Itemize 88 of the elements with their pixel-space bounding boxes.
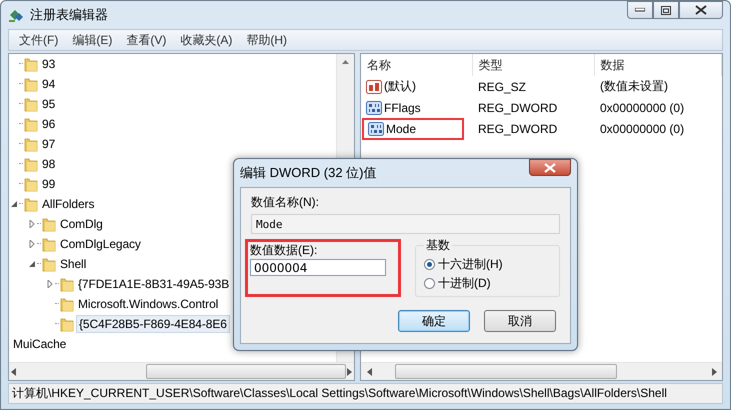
dialog-button[interactable]: 确定 [398,310,470,332]
folder-icon [24,76,38,92]
tree-item[interactable]: MuiCache [11,336,68,352]
folder-icon [42,256,56,272]
column-header[interactable]: 名称 [361,54,472,76]
tree-item[interactable]: 93 [40,56,58,72]
binary-value-icon [368,121,384,137]
tree-item[interactable]: {5C4F28B5-F869-4E84-8E6 [76,315,230,333]
value-data: 0x00000000 (0) [600,122,684,136]
value-type: REG_DWORD [478,122,558,136]
scroll-right-icon[interactable] [712,368,716,376]
value-type: REG_SZ [478,80,526,94]
dialog-title: 编辑 DWORD (32 位)值 [240,164,376,182]
value-name: FFlags [384,100,421,114]
scroll-left-icon[interactable] [366,368,372,376]
tree-item[interactable]: ComDlg [58,216,105,232]
scroll-up-icon[interactable] [342,60,349,64]
collapse-arrow-icon[interactable] [28,260,36,268]
menu-item[interactable]: 文件(F) [13,32,64,48]
column-header[interactable]: 数据 [594,54,722,76]
folder-icon [24,196,38,212]
horizontal-scrollbar[interactable] [361,362,722,380]
tree-item[interactable]: 99 [40,176,58,192]
tree-item[interactable]: ComDlgLegacy [58,236,143,252]
scroll-left-icon[interactable] [10,368,16,376]
scrollbar-thumb[interactable] [395,364,617,379]
tree-item[interactable]: 97 [40,136,58,152]
expand-arrow-icon[interactable] [28,240,36,248]
menu-item[interactable]: 编辑(E) [66,32,118,48]
expand-arrow-icon[interactable] [46,280,54,288]
tree-item[interactable]: 98 [40,156,58,172]
folder-icon [42,236,56,252]
menu-item[interactable]: 查看(V) [120,32,172,48]
tree-item[interactable]: AllFolders [40,196,96,212]
tree-item[interactable]: 95 [40,96,58,112]
value-name: Mode [386,122,416,136]
folder-icon [24,56,38,72]
name-field: Mode [251,214,560,234]
value-name: (默认) [384,78,416,95]
maximize-icon [661,6,671,14]
close-icon [695,5,707,15]
group-label: 基数 [424,237,452,254]
value-data: 0x00000000 (0) [600,100,684,114]
folder-icon [24,96,38,112]
maximize-button[interactable] [653,1,679,19]
folder-icon [60,296,74,312]
collapse-arrow-icon[interactable] [10,200,18,208]
folder-icon [60,276,74,292]
minimize-button[interactable] [627,1,653,19]
field-label: 数值数据(E): [250,242,318,259]
highlighted-name-cell[interactable]: Mode [362,118,464,140]
name-cell[interactable]: FFlags [362,98,472,116]
value-data: (数值未设置) [600,79,668,93]
folder-icon [24,116,38,132]
value-data-field[interactable]: 0000004 [250,259,386,276]
string-value-icon [366,78,382,94]
column-header[interactable]: 类型 [472,54,594,76]
tree-item[interactable]: {7FDE1A1E-8B31-49A5-93B [76,276,232,292]
scrollbar-thumb[interactable] [146,364,346,379]
folder-icon [60,316,74,332]
name-cell[interactable]: (默认) [362,77,472,96]
folder-icon [24,156,38,172]
radio-button-icon[interactable] [424,259,435,270]
menu-item[interactable]: 收藏夹(A) [174,32,238,48]
menu-item[interactable]: 帮助(H) [240,32,293,48]
radio-option[interactable]: 十六进制(H) [424,256,551,273]
tree-item[interactable]: Microsoft.Windows.Control [76,296,220,312]
status-path: 计算机\HKEY_CURRENT_USER\Software\Classes\Local Settings\Software\Microsoft\Windows\Shell\Bags\AllFolders\Shell [12,385,667,402]
minimize-icon [635,8,645,12]
close-icon [544,162,556,172]
dialog-button[interactable]: 取消 [484,310,556,332]
close-button[interactable] [679,1,723,19]
folder-icon [24,136,38,152]
tree-item[interactable]: Shell [58,256,88,272]
tree-item[interactable]: 94 [40,76,58,92]
radio-option[interactable]: 十进制(D) [424,275,551,292]
close-button[interactable] [529,159,571,176]
radio-button-icon[interactable] [424,278,435,289]
window-title: 注册表编辑器 [30,6,108,24]
field-label: 数值名称(N): [251,194,320,211]
tree-item[interactable]: 96 [40,116,58,132]
expand-arrow-icon[interactable] [28,220,36,228]
horizontal-scrollbar[interactable] [9,362,354,380]
value-type: REG_DWORD [478,100,558,114]
folder-icon [24,176,38,192]
binary-value-icon [366,100,382,116]
folder-icon [42,216,56,232]
registry-app-icon [8,7,24,23]
